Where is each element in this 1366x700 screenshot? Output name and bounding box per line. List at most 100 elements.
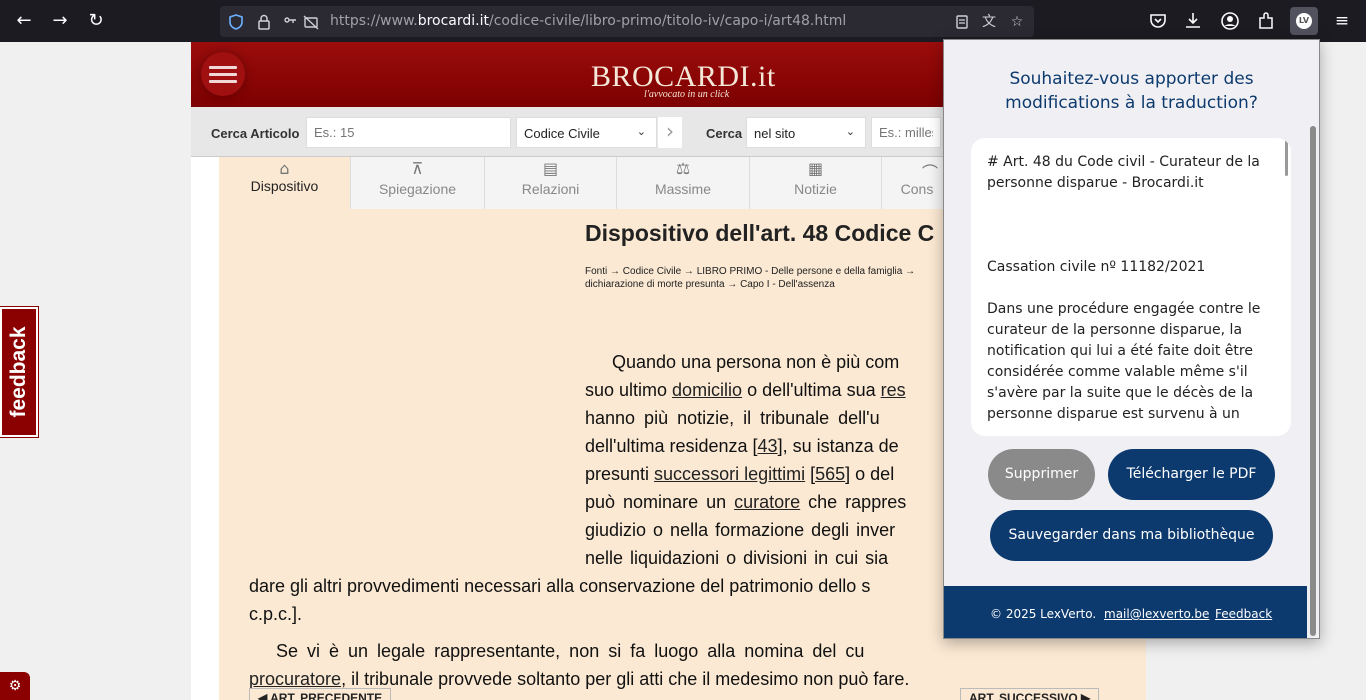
link-art-43[interactable]: 43 [758,436,778,456]
hamburger-menu-icon[interactable] [201,52,245,96]
account-icon[interactable] [1219,10,1241,32]
translate-icon[interactable]: 文 [980,13,998,31]
article-title: Dispositivo dell'art. 48 Codice C [585,220,935,246]
chevron-down-icon: ⌄ [845,125,855,138]
extensions-icon[interactable] [1255,10,1277,32]
lexverto-badge: LV [1296,13,1312,29]
text: suo ultimo [585,380,673,400]
person-icon: ⌒ [921,163,939,182]
paragraph-line: nelle liquidazioni o divisioni in cui si… [585,548,889,568]
text: ] o del [845,464,895,484]
link-domicilio[interactable]: domicilio [672,380,742,400]
text: o dell'ultima sua [742,380,881,400]
scope-select-value: nel sito [754,126,796,141]
breadcrumb-line[interactable]: Fonti → Codice Civile → LIBRO PRIMO - De… [585,265,985,278]
lexverto-extension-icon[interactable]: LV [1290,7,1318,35]
chevron-down-icon: ⌄ [636,125,646,138]
tab-label: Notizie [794,181,837,197]
browser-toolbar: ← → ↻ https://www.brocardi.it/codice-civ… [0,0,1366,42]
text: può nominare un [585,492,735,512]
tab-dispositivo[interactable]: ⌂ Dispositivo [219,157,351,209]
breadcrumb: Fonti → Codice Civile → LIBRO PRIMO - De… [585,265,985,291]
tab-label: Relazioni [521,181,580,197]
previous-article-button[interactable]: ◀ ART. PRECEDENTE [249,688,392,700]
paragraph-line: può nominare un curatore che rappres [585,488,906,516]
paragraph-line: Quando una persona non è più com [612,352,900,372]
pocket-icon[interactable] [1147,10,1169,32]
link-curatore[interactable]: curatore [734,492,800,512]
textarea-scrollbar[interactable] [1285,140,1288,176]
popup-footer: © 2025 LexVerto. mail@lexverto.be Feedba… [944,586,1307,638]
breadcrumb-line[interactable]: dichiarazione di morte presunta → Capo I… [585,278,985,291]
site-tagline: l'avvocato in un click [644,89,730,100]
translation-textarea[interactable]: # Art. 48 du Code civil - Curateur de la… [971,138,1291,436]
newspaper-icon: ▦ [807,159,824,178]
popup-scrollbar[interactable] [1310,126,1316,636]
document-icon: ⌂ [279,159,290,178]
paragraph-line: dell'ultima residenza [43], su istanza d… [585,432,899,460]
paragraph-line: c.p.c.]. [249,604,303,624]
feedback-link[interactable]: Feedback [1215,607,1272,621]
text: [ [805,464,816,484]
tab-label: Dispositivo [250,178,319,194]
tab-relazioni[interactable]: ▤ Relazioni [485,157,617,209]
codice-select-value: Codice Civile [524,126,600,141]
tab-notizie[interactable]: ▦ Notizie [750,157,882,209]
feedback-tab-label: feedback [7,326,30,418]
lock-icon[interactable] [255,13,273,31]
cerca-articolo-label: Cerca Articolo [211,126,300,141]
translation-text[interactable]: # Art. 48 du Code civil - Curateur de la… [987,152,1277,425]
forward-icon[interactable]: → [48,9,72,33]
tab-massime[interactable]: ⚖ Massime [617,157,750,209]
site-search-input[interactable] [871,117,941,148]
reload-icon[interactable]: ↻ [84,9,108,33]
reader-view-icon[interactable] [953,13,971,31]
link-successori-legittimi[interactable]: successori legittimi [654,464,805,484]
shield-icon[interactable] [227,13,245,31]
cerca-label: Cerca [706,126,743,141]
email-link[interactable]: mail@lexverto.be [1104,607,1209,621]
link-art-565[interactable]: 565 [815,464,845,484]
text: ], su istanza de [777,436,899,456]
codice-select[interactable]: Codice Civile ⌄ [516,117,657,148]
url-path: /codice-civile/libro-primo/titolo-iv/cap… [489,13,847,29]
download-pdf-button[interactable]: Télécharger le PDF [1108,449,1275,500]
link-residenza[interactable]: res [881,380,906,400]
text: dell'ultima residenza [ [585,436,758,456]
paragraph-line: hanno più notizie, il tribunale dell'u [585,408,880,428]
url-prefix: https://www. [330,13,418,29]
scope-select[interactable]: nel sito ⌄ [746,117,866,148]
paragraph-line: presunti successori legittimi [565] o de… [585,460,894,488]
cookie-icon[interactable]: ⚙ [0,672,30,700]
back-icon[interactable]: ← [12,9,36,33]
popup-title: Souhaitez-vous apporter des modification… [1005,69,1258,113]
url-host: brocardi.it [417,13,489,29]
copyright-text: © 2025 LexVerto. [990,607,1097,621]
camera-blocked-icon[interactable] [302,13,320,31]
menu-icon[interactable]: ≡ [1331,10,1353,32]
notepad-icon: ▤ [542,159,559,178]
url-bar[interactable]: https://www.brocardi.it/codice-civile/li… [220,6,1034,37]
article-number-input[interactable] [306,117,511,148]
download-icon[interactable] [1182,10,1204,32]
delete-button[interactable]: Supprimer [988,449,1095,500]
easel-icon: ⊼ [411,159,424,178]
paragraph-line: Se vi è un legale rappresentante, non si… [276,641,865,661]
paragraph-line: suo ultimo domicilio o dell'ultima sua r… [585,376,906,404]
next-article-button[interactable]: ART. SUCCESSIVO ▶ [960,688,1100,700]
text: che rappres [800,492,907,512]
tab-label: Massime [654,181,711,197]
save-to-library-button[interactable]: Sauvegarder dans ma bibliothèque [990,510,1273,561]
bookmark-star-icon[interactable]: ☆ [1008,13,1026,31]
feedback-tab[interactable]: feedback [0,306,39,438]
scales-icon: ⚖ [675,159,691,178]
tab-spiegazione[interactable]: ⊼ Spiegazione [351,157,485,209]
tab-label: Spiegazione [378,181,457,197]
link-procuratore[interactable]: procuratore [249,669,341,689]
url-text[interactable]: https://www.brocardi.it/codice-civile/li… [330,13,846,29]
text: presunti [585,464,655,484]
text: , il tribunale provvede soltanto per gli… [341,669,910,689]
search-article-arrow-icon[interactable]: › [658,117,682,148]
paragraph-line: giudizio o nella formazione degli inver [585,520,896,540]
permissions-icon[interactable] [282,13,300,31]
